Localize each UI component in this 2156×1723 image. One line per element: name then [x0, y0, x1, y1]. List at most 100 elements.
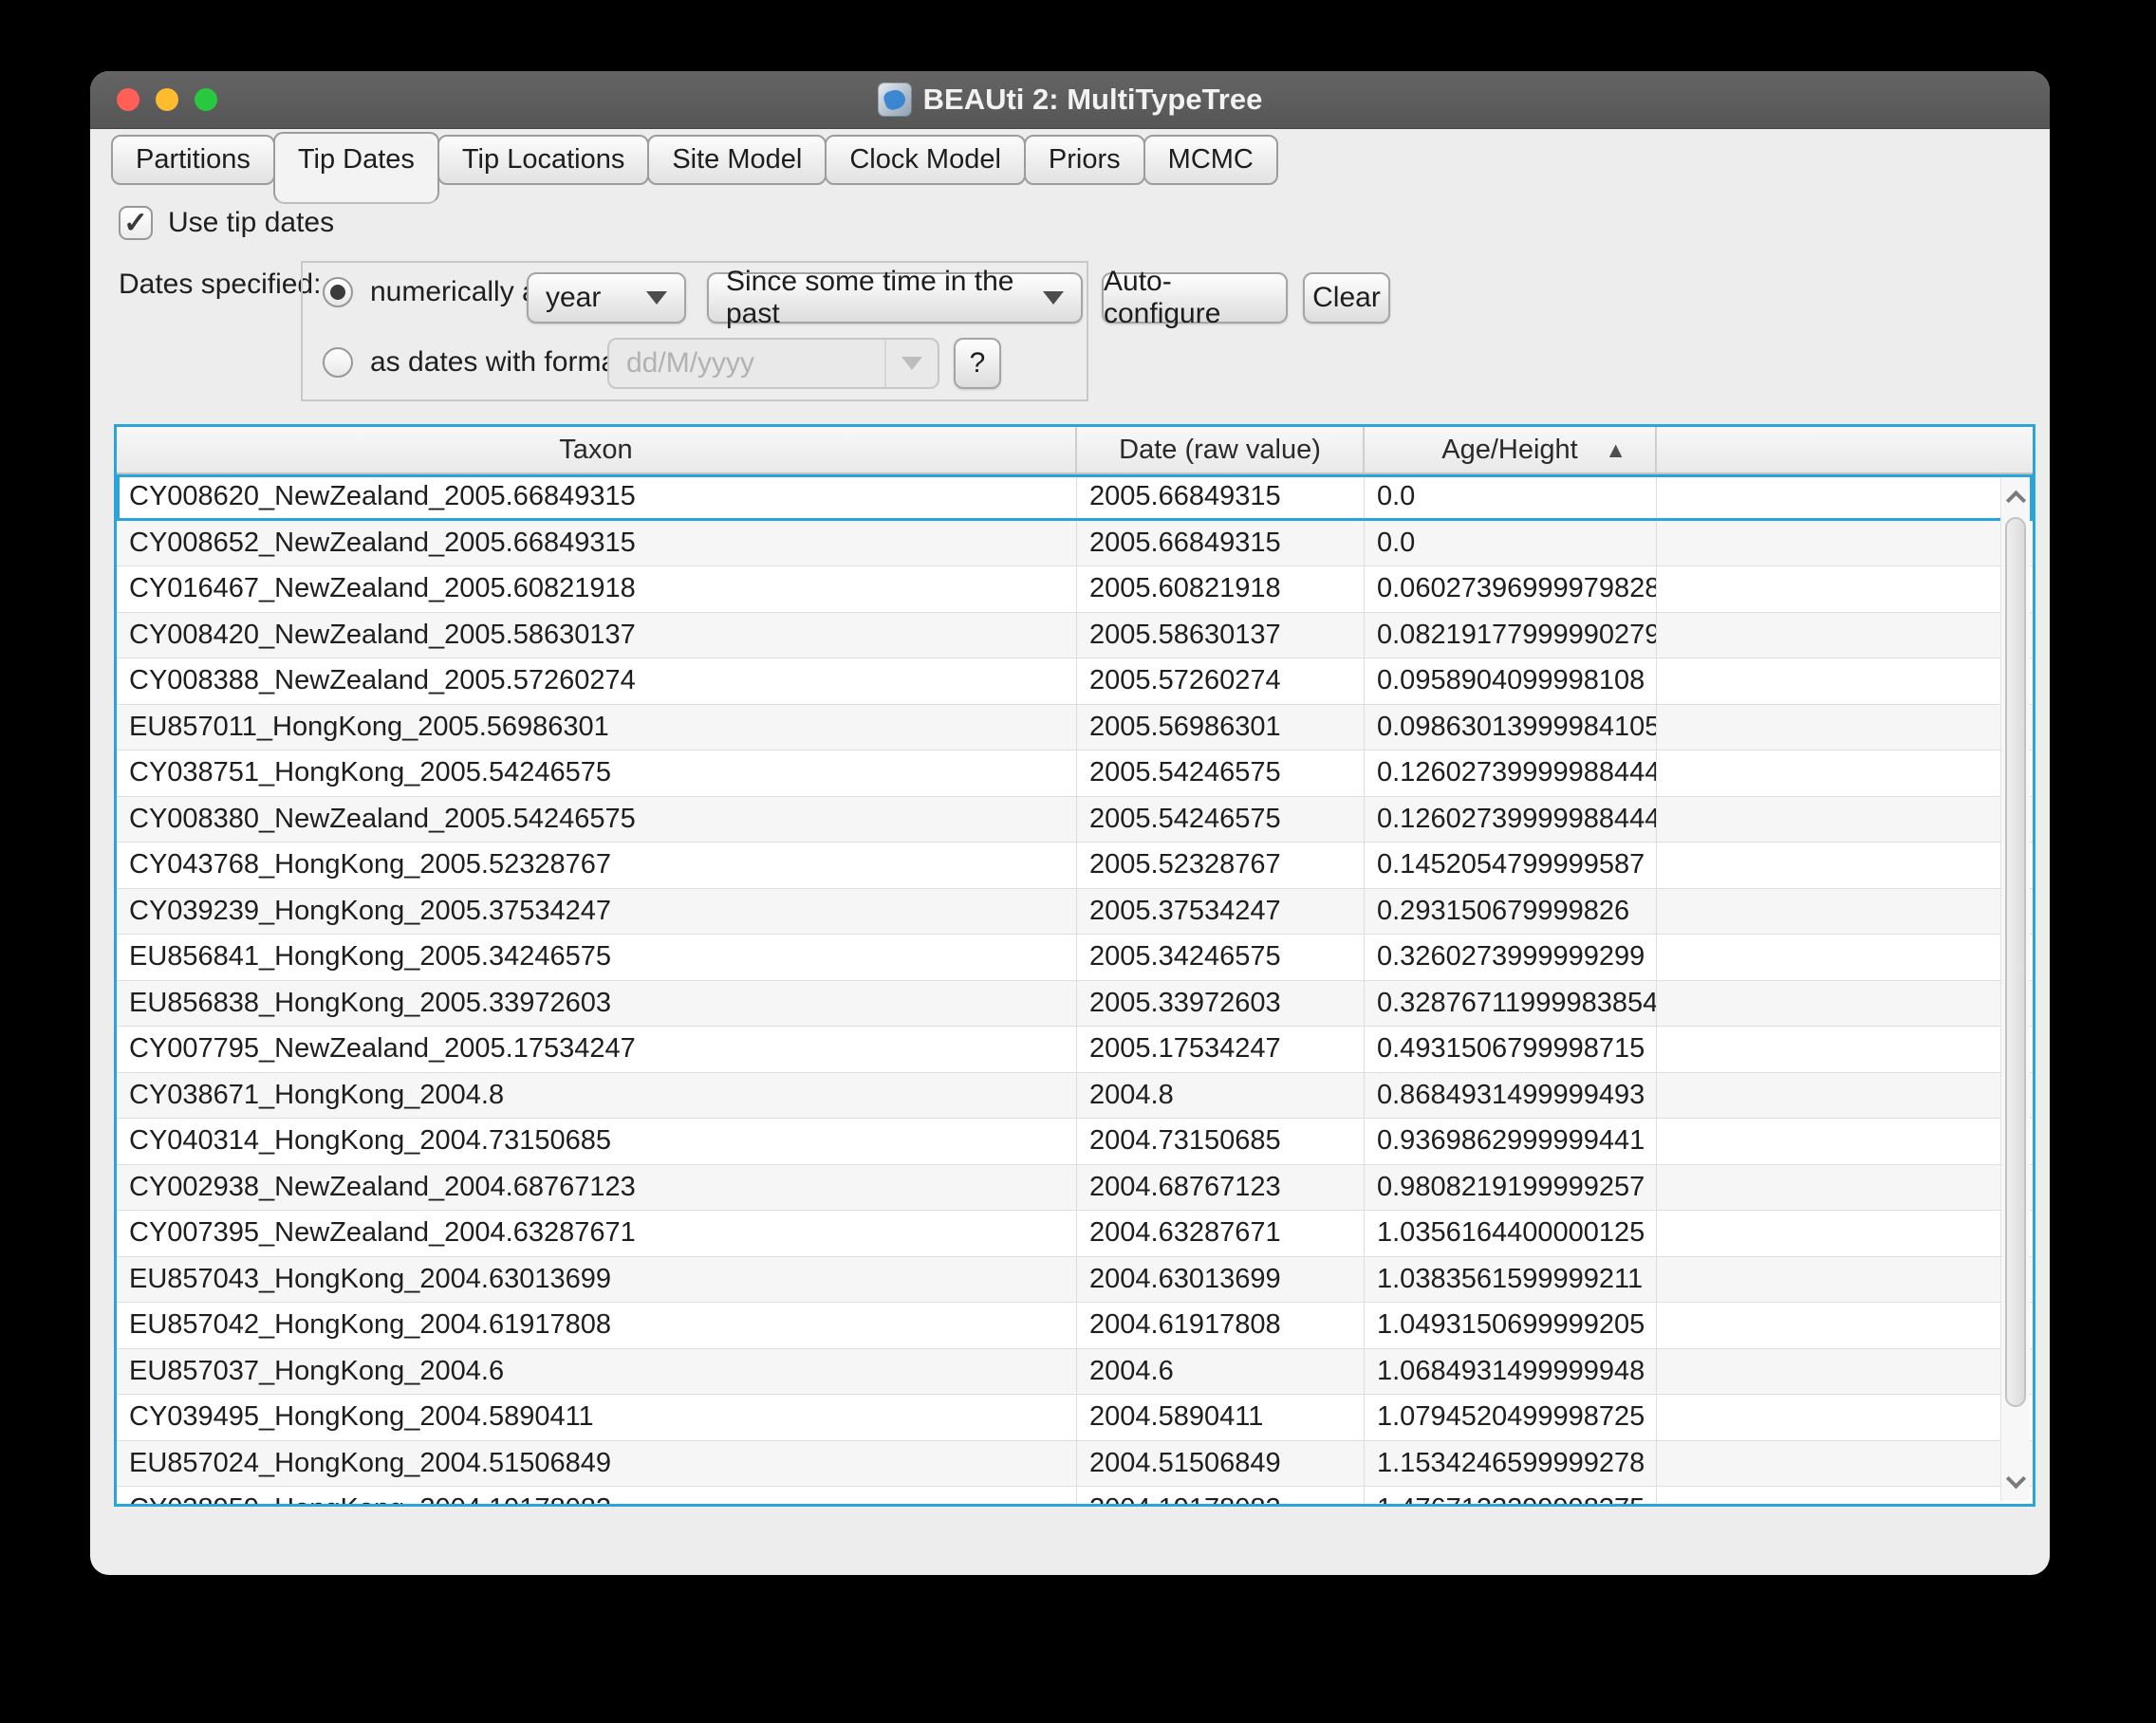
- cell-date[interactable]: 2004.73150685: [1077, 1119, 1365, 1164]
- cell-date[interactable]: 2004.19178082: [1077, 1487, 1365, 1504]
- table-row[interactable]: CY038959_HongKong_2004.19178082 2004.191…: [117, 1487, 2033, 1504]
- table-row[interactable]: CY039495_HongKong_2004.5890411 2004.5890…: [117, 1395, 2033, 1441]
- zoom-button[interactable]: [195, 88, 217, 111]
- cell-taxon[interactable]: CY008380_NewZealand_2005.54246575: [117, 796, 1077, 842]
- cell-taxon[interactable]: EU857011_HongKong_2005.56986301: [117, 704, 1077, 750]
- cell-age[interactable]: 0.8684931499999493: [1365, 1072, 1657, 1118]
- table-row[interactable]: CY008620_NewZealand_2005.66849315 2005.6…: [117, 474, 2033, 521]
- scroll-down-button[interactable]: [2001, 1463, 2030, 1499]
- use-tip-dates-checkbox[interactable]: ✓: [119, 206, 153, 240]
- combo-arrow-button[interactable]: [884, 340, 938, 387]
- table-row[interactable]: EU857042_HongKong_2004.61917808 2004.619…: [117, 1303, 2033, 1349]
- cell-age[interactable]: 0.06027396999979828: [1365, 566, 1657, 612]
- minimize-button[interactable]: [156, 88, 178, 111]
- cell-age[interactable]: 1.0383561599999211: [1365, 1256, 1657, 1302]
- cell-date[interactable]: 2004.63013699: [1077, 1256, 1365, 1302]
- table-row[interactable]: CY040314_HongKong_2004.73150685 2004.731…: [117, 1119, 2033, 1165]
- scroll-up-button[interactable]: [2001, 479, 2030, 515]
- direction-dropdown[interactable]: Since some time in the past: [707, 266, 1083, 329]
- table-row[interactable]: CY002938_NewZealand_2004.68767123 2004.6…: [117, 1164, 2033, 1211]
- close-button[interactable]: [117, 88, 139, 111]
- cell-taxon[interactable]: CY007795_NewZealand_2005.17534247: [117, 1027, 1077, 1072]
- cell-age[interactable]: 0.12602739999988444: [1365, 796, 1657, 842]
- cell-taxon[interactable]: CY008620_NewZealand_2005.66849315: [117, 474, 1077, 520]
- table-row[interactable]: CY038751_HongKong_2005.54246575 2005.542…: [117, 750, 2033, 797]
- cell-age[interactable]: 1.0794520499998725: [1365, 1395, 1657, 1440]
- cell-taxon[interactable]: CY043768_HongKong_2005.52328767: [117, 843, 1077, 888]
- table-row[interactable]: CY008380_NewZealand_2005.54246575 2005.5…: [117, 796, 2033, 843]
- cell-date[interactable]: 2005.17534247: [1077, 1027, 1365, 1072]
- table-row[interactable]: CY007395_NewZealand_2004.63287671 2004.6…: [117, 1211, 2033, 1257]
- tab[interactable]: MCMC: [1143, 135, 1278, 185]
- cell-taxon[interactable]: CY039239_HongKong_2005.37534247: [117, 888, 1077, 934]
- tab[interactable]: Clock Model: [825, 135, 1026, 185]
- tab[interactable]: Priors: [1023, 135, 1145, 185]
- cell-date[interactable]: 2005.57260274: [1077, 658, 1365, 704]
- table-row[interactable]: EU857011_HongKong_2005.56986301 2005.569…: [117, 704, 2033, 750]
- cell-age[interactable]: 1.4767123299998375: [1365, 1487, 1657, 1504]
- cell-age[interactable]: 0.4931506799998715: [1365, 1027, 1657, 1072]
- table-scrollbar[interactable]: [2000, 477, 2030, 1501]
- cell-age[interactable]: 0.32876711999983854: [1365, 980, 1657, 1026]
- cell-date[interactable]: 2005.66849315: [1077, 474, 1365, 520]
- cell-date[interactable]: 2004.51506849: [1077, 1440, 1365, 1486]
- cell-date[interactable]: 2005.52328767: [1077, 843, 1365, 888]
- cell-taxon[interactable]: CY008388_NewZealand_2005.57260274: [117, 658, 1077, 704]
- cell-date[interactable]: 2005.56986301: [1077, 704, 1365, 750]
- cell-age[interactable]: 0.08219177999990279: [1365, 612, 1657, 658]
- table-row[interactable]: CY008420_NewZealand_2005.58630137 2005.5…: [117, 612, 2033, 658]
- cell-date[interactable]: 2004.5890411: [1077, 1395, 1365, 1440]
- help-button[interactable]: ?: [954, 338, 1001, 389]
- cell-date[interactable]: 2005.37534247: [1077, 888, 1365, 934]
- tab[interactable]: Tip Dates: [272, 132, 439, 204]
- unit-dropdown[interactable]: year: [527, 272, 686, 324]
- cell-age[interactable]: 1.1534246599999278: [1365, 1440, 1657, 1486]
- table-row[interactable]: EU856838_HongKong_2005.33972603 2005.339…: [117, 980, 2033, 1027]
- table-row[interactable]: EU857037_HongKong_2004.6 2004.6 1.068493…: [117, 1348, 2033, 1395]
- cell-date[interactable]: 2004.61917808: [1077, 1303, 1365, 1348]
- cell-taxon[interactable]: EU857037_HongKong_2004.6: [117, 1348, 1077, 1394]
- table-row[interactable]: EU857043_HongKong_2004.63013699 2004.630…: [117, 1256, 2033, 1303]
- tab[interactable]: Partitions: [111, 135, 275, 185]
- cell-taxon[interactable]: CY040314_HongKong_2004.73150685: [117, 1119, 1077, 1164]
- table-row[interactable]: EU856841_HongKong_2005.34246575 2005.342…: [117, 935, 2033, 981]
- cell-taxon[interactable]: CY038671_HongKong_2004.8: [117, 1072, 1077, 1118]
- tab[interactable]: Tip Locations: [437, 135, 650, 185]
- cell-date[interactable]: 2005.54246575: [1077, 796, 1365, 842]
- cell-taxon[interactable]: EU857042_HongKong_2004.61917808: [117, 1303, 1077, 1348]
- column-header-taxon[interactable]: Taxon: [117, 427, 1077, 472]
- auto-configure-button[interactable]: Auto-configure: [1102, 266, 1288, 329]
- scroll-thumb[interactable]: [2005, 517, 2026, 1407]
- cell-age[interactable]: 0.09863013999984105: [1365, 704, 1657, 750]
- cell-date[interactable]: 2005.54246575: [1077, 750, 1365, 796]
- cell-age[interactable]: 0.9369862999999441: [1365, 1119, 1657, 1164]
- cell-date[interactable]: 2004.8: [1077, 1072, 1365, 1118]
- clear-button[interactable]: Clear: [1303, 272, 1390, 324]
- cell-taxon[interactable]: CY016467_NewZealand_2005.60821918: [117, 566, 1077, 612]
- cell-date[interactable]: 2004.68767123: [1077, 1164, 1365, 1210]
- cell-age[interactable]: 1.0684931499999948: [1365, 1348, 1657, 1394]
- cell-age[interactable]: 0.3260273999999299: [1365, 935, 1657, 980]
- table-row[interactable]: CY007795_NewZealand_2005.17534247 2005.1…: [117, 1027, 2033, 1073]
- cell-date[interactable]: 2004.6: [1077, 1348, 1365, 1394]
- cell-age[interactable]: 0.0: [1365, 520, 1657, 565]
- cell-taxon[interactable]: EU857043_HongKong_2004.63013699: [117, 1256, 1077, 1302]
- table-row[interactable]: EU857024_HongKong_2004.51506849 2004.515…: [117, 1440, 2033, 1487]
- cell-taxon[interactable]: EU856838_HongKong_2005.33972603: [117, 980, 1077, 1026]
- cell-age[interactable]: 1.0356164400000125: [1365, 1211, 1657, 1256]
- numerically-as-radio[interactable]: [323, 277, 353, 307]
- cell-age[interactable]: 0.0: [1365, 474, 1657, 520]
- table-row[interactable]: CY039239_HongKong_2005.37534247 2005.375…: [117, 888, 2033, 935]
- cell-date[interactable]: 2005.60821918: [1077, 566, 1365, 612]
- table-row[interactable]: CY016467_NewZealand_2005.60821918 2005.6…: [117, 566, 2033, 613]
- cell-date[interactable]: 2005.34246575: [1077, 935, 1365, 980]
- table-row[interactable]: CY043768_HongKong_2005.52328767 2005.523…: [117, 843, 2033, 889]
- cell-age[interactable]: 1.0493150699999205: [1365, 1303, 1657, 1348]
- cell-age[interactable]: 0.12602739999988444: [1365, 750, 1657, 796]
- cell-age[interactable]: 0.293150679999826: [1365, 888, 1657, 934]
- as-dates-radio[interactable]: [323, 347, 353, 378]
- date-format-combo[interactable]: dd/M/yyyy: [607, 338, 939, 389]
- cell-date[interactable]: 2005.33972603: [1077, 980, 1365, 1026]
- cell-date[interactable]: 2004.63287671: [1077, 1211, 1365, 1256]
- cell-taxon[interactable]: CY008652_NewZealand_2005.66849315: [117, 520, 1077, 565]
